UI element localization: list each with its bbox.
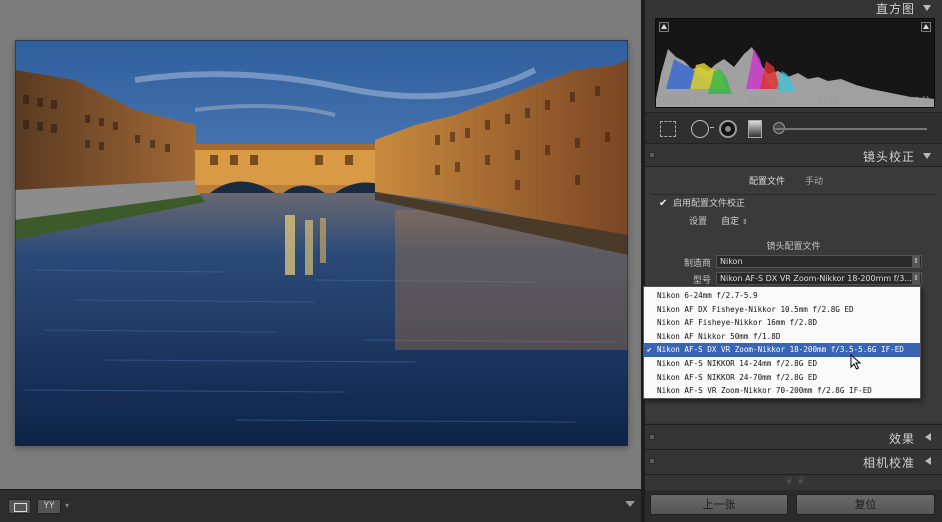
panel-toggle-switch[interactable]: [649, 434, 655, 440]
menu-item[interactable]: Nikon AF Nikkor 50mm f/1.8D: [644, 330, 920, 344]
checkmark-icon: ✔: [647, 345, 652, 355]
bottom-button-bar: 上一张 复位: [645, 490, 942, 522]
divider: [651, 194, 936, 195]
brush-slider-track: [775, 128, 927, 130]
histogram-panel-header[interactable]: 直方图: [645, 0, 942, 16]
lens-correction-title: 镜头校正: [862, 150, 915, 164]
lens-profile-section-title: 镜头配置文件: [766, 242, 821, 252]
enable-profile-label: 启用配置文件校正: [673, 199, 746, 209]
before-after-view-icon[interactable]: YY: [37, 499, 61, 514]
divider: [645, 474, 942, 475]
lightroom-develop-window: YY ▾ 直方图 ISO 200 18 mm f / 22 1/13 秒 镜头校…: [0, 0, 942, 522]
make-label: 制造商: [683, 259, 711, 269]
menu-item[interactable]: Nikon AF-S NIKKOR 14-24mm f/2.8G ED: [644, 357, 920, 371]
tab-manual[interactable]: 手动: [805, 174, 823, 187]
menu-item-label: Nikon AF-S NIKKOR 24-70mm f/2.8G ED: [657, 372, 818, 382]
graduated-filter-icon[interactable]: [748, 120, 762, 138]
panel-toggle-switch[interactable]: [649, 458, 655, 464]
divider: [645, 449, 942, 450]
camera-calibration-panel-header[interactable]: 相机校准: [645, 452, 942, 472]
spot-removal-icon[interactable]: [691, 120, 714, 138]
exif-info: ISO 200 18 mm f / 22 1/13 秒: [658, 95, 930, 107]
previous-button[interactable]: 上一张: [650, 494, 788, 515]
histogram-title: 直方图: [875, 2, 915, 16]
model-label: 型号: [692, 276, 711, 286]
enable-profile-checkbox[interactable]: ✔: [659, 199, 668, 209]
menu-item-label: Nikon AF Nikkor 50mm f/1.8D: [657, 331, 781, 341]
model-select[interactable]: Nikon AF-S DX VR Zoom-Nikkor 18-200mm f/…: [716, 272, 922, 285]
exif-focal-length: 18 mm: [748, 95, 777, 104]
setup-value: 自定: [721, 217, 740, 227]
ponte-vecchio-photo: [15, 40, 628, 446]
crop-icon[interactable]: [660, 121, 676, 137]
effects-title: 效果: [888, 432, 915, 446]
loupe-view-icon[interactable]: [8, 499, 31, 514]
panel-toggle-switch[interactable]: [649, 152, 655, 158]
setup-label: 设置: [689, 217, 708, 227]
exif-aperture: f / 22: [818, 95, 839, 104]
menu-item[interactable]: Nikon AF-S NIKKOR 24-70mm f/2.8G ED: [644, 371, 920, 385]
expand-triangle-icon[interactable]: [925, 457, 931, 465]
menu-item[interactable]: Nikon AF-S VR Zoom-Nikkor 70-200mm f/2.8…: [644, 384, 920, 398]
menu-item-label: Nikon 6-24mm f/2.7-5.9: [657, 291, 758, 300]
menu-item-label: Nikon AF-S VR Zoom-Nikkor 70-200mm f/2.8…: [657, 386, 872, 396]
make-select[interactable]: Nikon: [716, 255, 922, 268]
menu-item-selected[interactable]: ✔ Nikon AF-S DX VR Zoom-Nikkor 18-200mm f…: [644, 343, 920, 357]
reset-button[interactable]: 复位: [796, 494, 935, 515]
menu-item-label: Nikon AF-S DX VR Zoom-Nikkor 18-200mm f/…: [657, 345, 904, 355]
exif-shutter-speed: 1/13 秒: [901, 96, 930, 105]
menu-item[interactable]: Nikon 6-24mm f/2.7-5.9: [644, 289, 920, 303]
toolbar: YY ▾: [0, 489, 641, 522]
menu-item[interactable]: Nikon AF Fisheye-Nikkor 16mm f/2.8D: [644, 316, 920, 330]
lens-correction-panel-header[interactable]: 镜头校正: [645, 146, 942, 166]
lens-tabs: 配置文件 手动: [645, 169, 942, 189]
highlight-clipping-icon[interactable]: [921, 22, 931, 32]
photo-preview[interactable]: [15, 40, 628, 446]
collapse-triangle-icon[interactable]: [923, 5, 931, 11]
menu-item-label: Nikon AF DX Fisheye-Nikkor 10.5mm f/2.8G…: [657, 304, 854, 314]
expand-triangle-icon[interactable]: [925, 433, 931, 441]
enable-profile-correction-row[interactable]: ✔ 启用配置文件校正: [659, 196, 746, 210]
menu-item[interactable]: Nikon AF DX Fisheye-Nikkor 10.5mm f/2.8G…: [644, 303, 920, 317]
menu-item-label: Nikon AF-S NIKKOR 14-24mm f/2.8G ED: [657, 358, 818, 368]
tool-strip: [645, 112, 942, 144]
right-panel: 直方图 ISO 200 18 mm f / 22 1/13 秒 镜头校正 配置文…: [641, 0, 942, 522]
exif-iso: ISO 200: [658, 95, 690, 104]
photo-viewer: [0, 0, 641, 489]
lens-model-dropdown-menu: Nikon 6-24mm f/2.7-5.9 Nikon AF DX Fishe…: [643, 286, 921, 399]
mouse-pointer-icon: [850, 354, 862, 370]
toolbar-menu-chevron-icon[interactable]: [625, 501, 635, 507]
tab-profile[interactable]: 配置文件: [749, 174, 785, 187]
panel-end-ornament-icon: ❦ ❦: [785, 476, 805, 487]
divider: [645, 424, 942, 425]
camera-calibration-title: 相机校准: [862, 456, 915, 470]
setup-select[interactable]: 自定 ⇕: [721, 214, 748, 227]
view-options-caret-icon[interactable]: ▾: [65, 501, 69, 510]
menu-item-label: Nikon AF Fisheye-Nikkor 16mm f/2.8D: [657, 318, 818, 328]
red-eye-icon[interactable]: [719, 120, 737, 138]
updown-arrow-icon: ⇕: [742, 218, 748, 226]
collapse-triangle-icon[interactable]: [923, 153, 931, 159]
effects-panel-header[interactable]: 效果: [645, 428, 942, 448]
shadow-clipping-icon[interactable]: [659, 22, 669, 32]
